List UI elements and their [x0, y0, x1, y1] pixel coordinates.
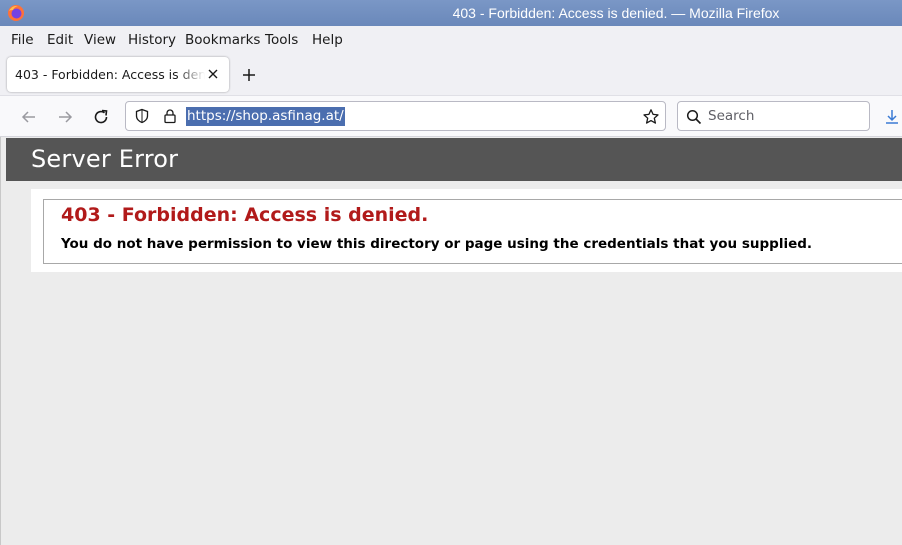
forward-arrow-icon[interactable] [55, 107, 75, 127]
star-icon[interactable] [642, 108, 660, 126]
lock-icon[interactable] [162, 108, 178, 124]
close-icon[interactable] [204, 65, 222, 83]
error-fieldset: 403 - Forbidden: Access is denied. You d… [43, 199, 902, 264]
menu-edit[interactable]: Edit [47, 32, 73, 48]
url-text[interactable]: https://shop.asfinag.at/ [186, 107, 345, 126]
page-content: Server Error 403 - Forbidden: Access is … [0, 137, 902, 545]
error-content: 403 - Forbidden: Access is denied. You d… [31, 189, 902, 272]
menu-file[interactable]: File [11, 32, 34, 48]
search-input[interactable] [708, 108, 858, 124]
tab-strip: 403 - Forbidden: Access is denied. [0, 53, 902, 95]
navigation-bar: https://shop.asfinag.at/ [0, 95, 902, 137]
search-bar[interactable] [677, 101, 870, 131]
search-icon [686, 109, 702, 125]
tab-title: 403 - Forbidden: Access is denied. [15, 67, 205, 82]
tab-active[interactable]: 403 - Forbidden: Access is denied. [7, 57, 229, 92]
page-title: Server Error [31, 145, 179, 173]
error-message: You do not have permission to view this … [61, 236, 813, 252]
url-bar[interactable]: https://shop.asfinag.at/ [125, 101, 666, 131]
menu-bookmarks[interactable]: Bookmarks [185, 32, 260, 48]
shield-icon[interactable] [134, 108, 150, 124]
download-icon[interactable] [882, 107, 902, 127]
menu-bar: File Edit View History Bookmarks Tools H… [0, 26, 902, 53]
plus-icon[interactable] [240, 66, 258, 84]
window-title: 403 - Forbidden: Access is denied. — Moz… [452, 5, 780, 21]
page-header: Server Error [6, 138, 902, 181]
reload-icon[interactable] [91, 107, 111, 127]
window-title-bar: 403 - Forbidden: Access is denied. — Moz… [0, 0, 902, 26]
menu-tools[interactable]: Tools [265, 32, 298, 48]
menu-history[interactable]: History [128, 32, 176, 48]
back-arrow-icon[interactable] [19, 107, 39, 127]
error-heading: 403 - Forbidden: Access is denied. [61, 204, 429, 226]
menu-help[interactable]: Help [312, 32, 343, 48]
menu-view[interactable]: View [84, 32, 116, 48]
